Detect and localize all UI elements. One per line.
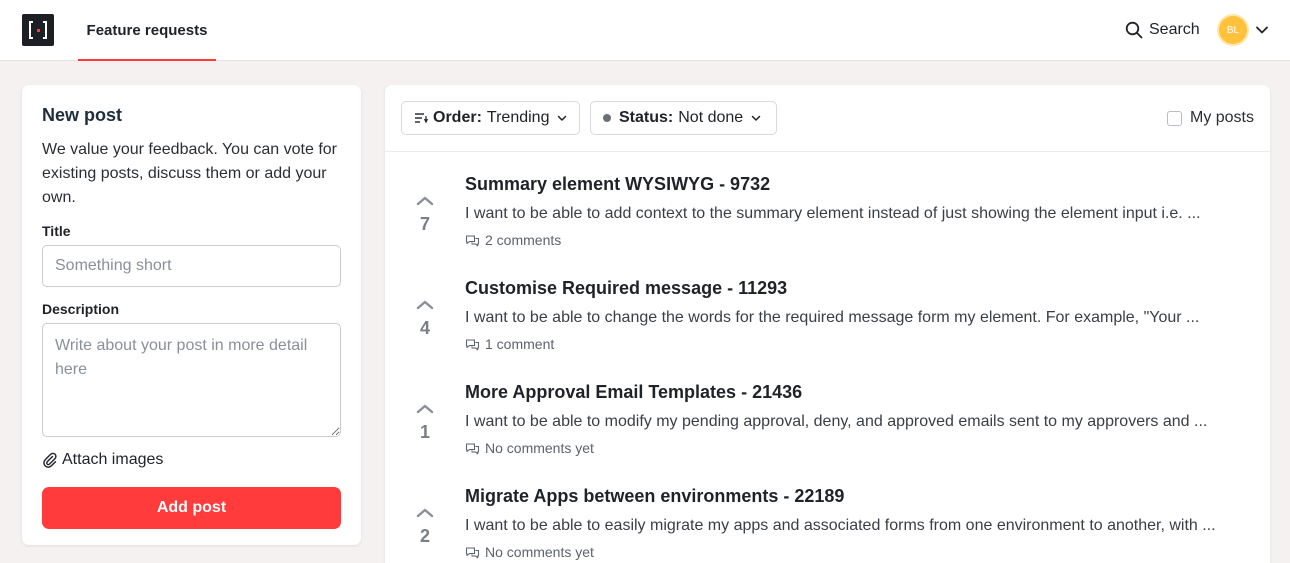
upvote-button[interactable]: 1 [407, 385, 443, 445]
filter-toolbar: Order: Trending Status: Not done My post… [385, 85, 1270, 152]
attach-images-label: Attach images [62, 451, 164, 468]
chevron-down-icon [558, 115, 567, 121]
new-post-description: We value your feedback. You can vote for… [42, 141, 338, 206]
order-dropdown[interactable]: Order: Trending [401, 101, 580, 135]
status-key: Status: [619, 109, 674, 126]
post-excerpt: I want to be able to add context to the … [465, 205, 1201, 222]
vote-count: 4 [419, 318, 430, 338]
comment-icon [465, 234, 480, 246]
posts-card: Order: Trending Status: Not done My post… [385, 85, 1270, 563]
user-avatar[interactable]: BL [1219, 16, 1247, 44]
order-value: Trending [486, 109, 550, 126]
post-comments: 2 comments [465, 232, 561, 248]
sort-icon [415, 113, 428, 124]
post-comments: No comments yet [465, 544, 594, 560]
post-item[interactable]: 2 Migrate Apps between environments - 22… [385, 469, 1270, 563]
my-posts-checkbox[interactable]: My posts [1166, 109, 1254, 127]
vote-count: 7 [419, 214, 430, 234]
upvote-button[interactable]: 2 [407, 489, 443, 549]
chevron-down-icon[interactable] [1255, 23, 1269, 37]
post-comments: 1 comment [465, 336, 554, 352]
status-dot-icon [603, 114, 611, 122]
paperclip-icon [43, 452, 57, 468]
post-title[interactable]: Summary element WYSIWYG - 9732 [465, 174, 770, 195]
post-title[interactable]: More Approval Email Templates - 21436 [465, 382, 802, 403]
post-item[interactable]: 1 More Approval Email Templates - 21436 … [385, 365, 1270, 469]
comment-count: No comments yet [485, 544, 594, 560]
order-key: Order: [433, 109, 482, 126]
new-post-card: New post We value your feedback. You can… [22, 85, 361, 545]
post-excerpt: I want to be able to easily migrate my a… [465, 517, 1216, 534]
attach-images-button[interactable]: Attach images [42, 451, 163, 469]
search-icon [1125, 21, 1143, 39]
comment-icon [465, 338, 480, 350]
checkbox-icon [1166, 110, 1182, 126]
post-excerpt: I want to be able to modify my pending a… [465, 413, 1208, 430]
post-excerpt: I want to be able to change the words fo… [465, 309, 1200, 326]
top-navigation-bar: Feature requests Search BL [0, 0, 1290, 61]
vote-count: 2 [419, 526, 430, 546]
logo-gap-top [33, 19, 43, 23]
upvote-chevron-icon [416, 508, 434, 518]
post-comments: No comments yet [465, 440, 594, 456]
upvote-chevron-icon [416, 404, 434, 414]
description-label: Description [42, 301, 120, 317]
upvote-chevron-icon [416, 196, 434, 206]
comment-count: 2 comments [485, 232, 562, 248]
search-button[interactable]: Search [1125, 19, 1200, 41]
add-post-button[interactable]: Add post [42, 487, 341, 529]
post-title[interactable]: Customise Required message - 11293 [465, 278, 787, 299]
post-item[interactable]: 7 Summary element WYSIWYG - 9732 I want … [385, 157, 1270, 261]
my-posts-label: My posts [1189, 109, 1254, 126]
chevron-down-icon [751, 115, 761, 121]
comment-count: No comments yet [485, 440, 594, 456]
upvote-chevron-icon [416, 300, 434, 310]
avatar-initials: BL [1226, 24, 1240, 36]
post-item[interactable]: 4 Customise Required message - 11293 I w… [385, 261, 1270, 365]
logo-dot [37, 29, 40, 32]
comment-count: 1 comment [485, 336, 555, 352]
comment-icon [465, 546, 480, 558]
comment-icon [465, 442, 480, 454]
post-title[interactable]: Migrate Apps between environments - 2218… [465, 486, 844, 507]
status-dropdown[interactable]: Status: Not done [590, 101, 777, 135]
active-tab-indicator [78, 59, 216, 61]
new-post-heading: New post [42, 105, 123, 125]
logo-gap-bottom [33, 37, 43, 41]
search-label: Search [1149, 21, 1200, 38]
upvote-button[interactable]: 7 [407, 177, 443, 237]
app-logo[interactable] [22, 14, 54, 46]
title-input[interactable] [42, 245, 341, 287]
tab-feature-requests-label: Feature requests [86, 22, 208, 39]
vote-count: 1 [419, 422, 430, 442]
title-label: Title [42, 223, 71, 239]
tab-feature-requests[interactable]: Feature requests [78, 0, 216, 61]
status-value: Not done [678, 109, 744, 126]
upvote-button[interactable]: 4 [407, 281, 443, 341]
description-textarea[interactable] [42, 323, 341, 437]
